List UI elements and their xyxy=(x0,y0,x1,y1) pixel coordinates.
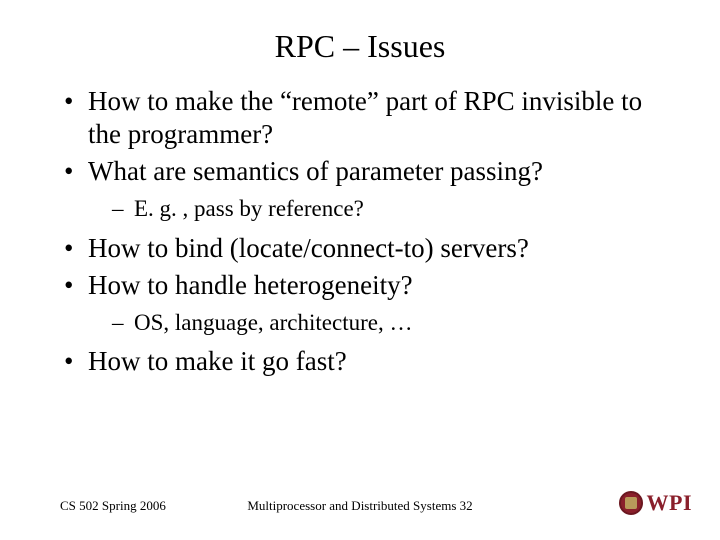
slide-title: RPC – Issues xyxy=(0,0,720,85)
sub-bullet-list: E. g. , pass by reference? xyxy=(88,194,680,224)
footer-center: Multiprocessor and Distributed Systems 3… xyxy=(0,498,720,514)
bullet-text: How to handle heterogeneity? xyxy=(88,270,413,300)
footer: CS 502 Spring 2006 Multiprocessor and Di… xyxy=(0,484,720,514)
slide: RPC – Issues How to make the “remote” pa… xyxy=(0,0,720,540)
sub-bullet-text: OS, language, architecture, … xyxy=(134,310,412,335)
bullet-text: How to make it go fast? xyxy=(88,346,347,376)
bullet-item: How to bind (locate/connect-to) servers? xyxy=(60,232,680,265)
bullet-item: How to handle heterogeneity? OS, languag… xyxy=(60,269,680,338)
bullet-item: What are semantics of parameter passing?… xyxy=(60,155,680,224)
wpi-logo-text: WPI xyxy=(647,490,693,516)
wpi-seal-icon xyxy=(619,491,643,515)
sub-bullet-item: E. g. , pass by reference? xyxy=(112,194,680,224)
sub-bullet-item: OS, language, architecture, … xyxy=(112,308,680,338)
sub-bullet-list: OS, language, architecture, … xyxy=(88,308,680,338)
sub-bullet-text: E. g. , pass by reference? xyxy=(134,196,364,221)
slide-body: How to make the “remote” part of RPC inv… xyxy=(0,85,720,378)
bullet-text: How to bind (locate/connect-to) servers? xyxy=(88,233,529,263)
bullet-item: How to make the “remote” part of RPC inv… xyxy=(60,85,680,151)
bullet-text: How to make the “remote” part of RPC inv… xyxy=(88,86,642,149)
bullet-item: How to make it go fast? xyxy=(60,345,680,378)
bullet-text: What are semantics of parameter passing? xyxy=(88,156,543,186)
bullet-list: How to make the “remote” part of RPC inv… xyxy=(60,85,680,378)
wpi-logo: WPI xyxy=(619,488,693,518)
